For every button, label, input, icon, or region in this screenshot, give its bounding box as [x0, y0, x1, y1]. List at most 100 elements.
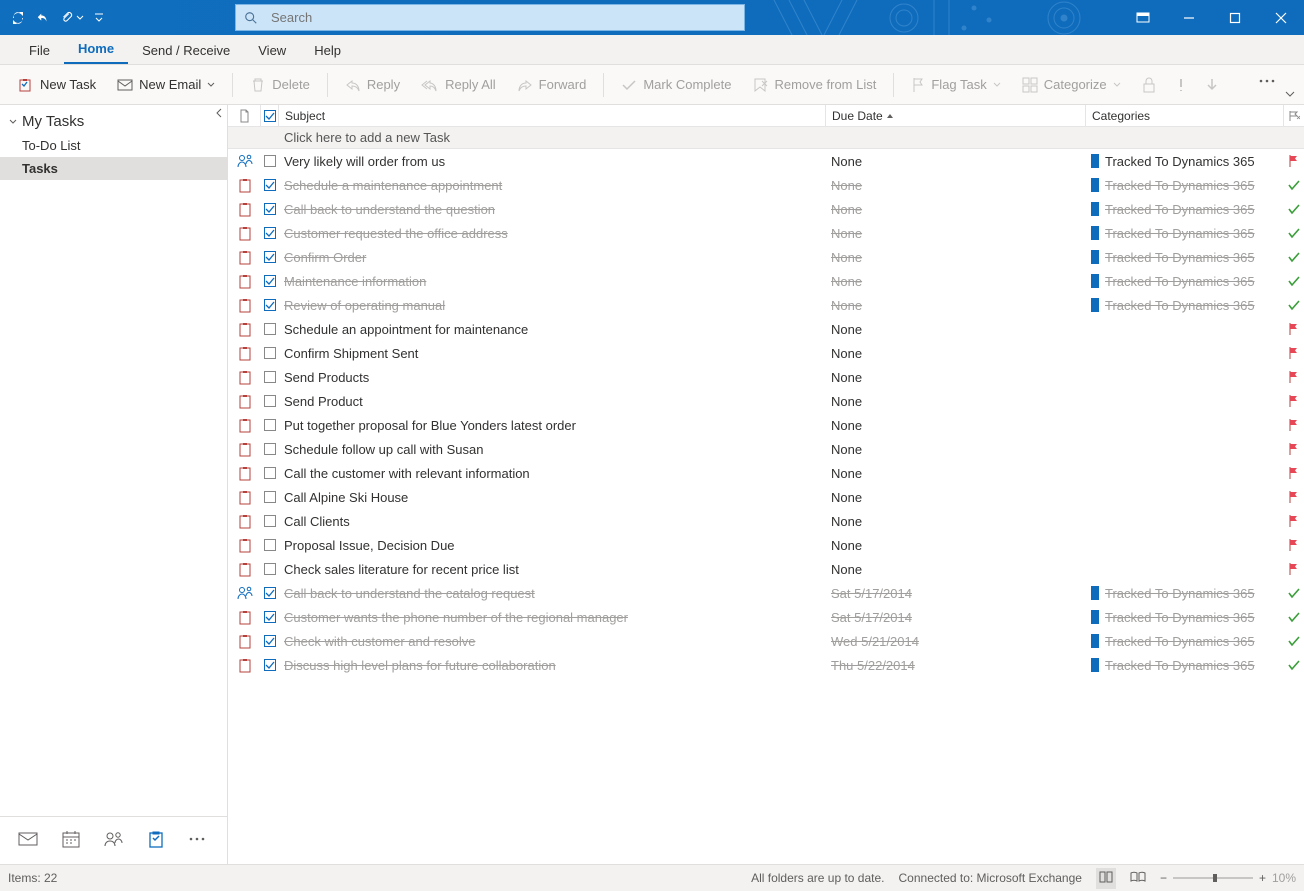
task-flag[interactable]	[1284, 173, 1304, 197]
task-flag[interactable]	[1284, 557, 1304, 581]
task-checkbox[interactable]	[261, 245, 279, 269]
task-flag[interactable]	[1284, 437, 1304, 461]
zoom-control[interactable]: − + 10%	[1160, 871, 1296, 885]
minimize-icon[interactable]	[1166, 0, 1212, 35]
forward-button[interactable]: Forward	[509, 73, 595, 96]
task-row[interactable]: Very likely will order from usNoneTracke…	[228, 149, 1304, 173]
task-flag[interactable]	[1284, 149, 1304, 173]
task-row[interactable]: Review of operating manualNoneTracked To…	[228, 293, 1304, 317]
task-row[interactable]: Call back to understand the catalog requ…	[228, 581, 1304, 605]
task-checkbox[interactable]	[261, 389, 279, 413]
task-checkbox[interactable]	[261, 653, 279, 677]
task-row[interactable]: Customer requested the office addressNon…	[228, 221, 1304, 245]
task-checkbox[interactable]	[261, 341, 279, 365]
task-flag[interactable]	[1284, 341, 1304, 365]
task-flag[interactable]	[1284, 413, 1304, 437]
task-flag[interactable]	[1284, 317, 1304, 341]
task-row[interactable]: Schedule an appointment for maintenanceN…	[228, 317, 1304, 341]
ribbon-collapse-icon[interactable]	[1284, 88, 1296, 102]
tasks-icon[interactable]	[148, 830, 164, 851]
task-checkbox[interactable]	[261, 485, 279, 509]
tab-file[interactable]: File	[15, 37, 64, 64]
delete-button[interactable]: Delete	[242, 73, 318, 97]
task-checkbox[interactable]	[261, 173, 279, 197]
task-row[interactable]: Schedule follow up call with SusanNone	[228, 437, 1304, 461]
task-flag[interactable]	[1284, 389, 1304, 413]
calendar-icon[interactable]	[62, 830, 80, 851]
tab-view[interactable]: View	[244, 37, 300, 64]
task-checkbox[interactable]	[261, 317, 279, 341]
col-due-date[interactable]: Due Date	[826, 105, 1086, 126]
reply-all-button[interactable]: Reply All	[413, 73, 504, 96]
task-flag[interactable]	[1284, 197, 1304, 221]
low-importance-button[interactable]	[1198, 73, 1226, 97]
task-checkbox[interactable]	[261, 557, 279, 581]
task-flag[interactable]	[1284, 509, 1304, 533]
task-row[interactable]: Send ProductNone	[228, 389, 1304, 413]
tab-home[interactable]: Home	[64, 35, 128, 64]
task-flag[interactable]	[1284, 365, 1304, 389]
collapse-nav-icon[interactable]	[214, 107, 224, 121]
task-row[interactable]: Confirm OrderNoneTracked To Dynamics 365	[228, 245, 1304, 269]
nav-todo-list[interactable]: To-Do List	[0, 134, 227, 157]
nav-tasks[interactable]: Tasks	[0, 157, 227, 180]
task-row[interactable]: Call the customer with relevant informat…	[228, 461, 1304, 485]
task-checkbox[interactable]	[261, 629, 279, 653]
search-box[interactable]	[235, 4, 745, 31]
task-flag[interactable]	[1284, 461, 1304, 485]
people-icon[interactable]	[104, 831, 124, 850]
categorize-button[interactable]: Categorize	[1014, 73, 1129, 97]
task-checkbox[interactable]	[261, 197, 279, 221]
task-checkbox[interactable]	[261, 413, 279, 437]
task-row[interactable]: Check with customer and resolveWed 5/21/…	[228, 629, 1304, 653]
col-flag[interactable]	[1284, 105, 1304, 126]
task-flag[interactable]	[1284, 485, 1304, 509]
mark-complete-button[interactable]: Mark Complete	[613, 73, 739, 96]
close-icon[interactable]	[1258, 0, 1304, 35]
task-checkbox[interactable]	[261, 509, 279, 533]
view-normal-icon[interactable]	[1096, 868, 1116, 889]
task-checkbox[interactable]	[261, 437, 279, 461]
task-flag[interactable]	[1284, 653, 1304, 677]
new-email-button[interactable]: New Email	[109, 73, 223, 96]
nav-header[interactable]: My Tasks	[0, 105, 227, 134]
col-icon[interactable]	[228, 105, 261, 126]
zoom-slider[interactable]	[1173, 877, 1253, 879]
task-row[interactable]: Put together proposal for Blue Yonders l…	[228, 413, 1304, 437]
task-row[interactable]: Discuss high level plans for future coll…	[228, 653, 1304, 677]
task-row[interactable]: Schedule a maintenance appointmentNoneTr…	[228, 173, 1304, 197]
col-subject[interactable]: Subject	[279, 105, 826, 126]
sync-icon[interactable]	[10, 10, 26, 26]
task-checkbox[interactable]	[261, 461, 279, 485]
view-reading-icon[interactable]	[1130, 871, 1146, 886]
flag-task-button[interactable]: Flag Task	[903, 73, 1008, 97]
task-row[interactable]: Send ProductsNone	[228, 365, 1304, 389]
task-row[interactable]: Call ClientsNone	[228, 509, 1304, 533]
task-row[interactable]: Call Alpine Ski HouseNone	[228, 485, 1304, 509]
task-checkbox[interactable]	[261, 221, 279, 245]
qat-customize-icon[interactable]	[94, 13, 104, 23]
maximize-icon[interactable]	[1212, 0, 1258, 35]
task-checkbox[interactable]	[261, 149, 279, 173]
task-flag[interactable]	[1284, 293, 1304, 317]
mail-icon[interactable]	[18, 831, 38, 850]
col-complete[interactable]	[261, 105, 279, 126]
attach-icon[interactable]	[60, 11, 84, 25]
task-checkbox[interactable]	[261, 581, 279, 605]
task-flag[interactable]	[1284, 629, 1304, 653]
reply-button[interactable]: Reply	[337, 73, 408, 96]
task-checkbox[interactable]	[261, 269, 279, 293]
tab-send-receive[interactable]: Send / Receive	[128, 37, 244, 64]
task-row[interactable]: Proposal Issue, Decision DueNone	[228, 533, 1304, 557]
task-checkbox[interactable]	[261, 293, 279, 317]
tab-help[interactable]: Help	[300, 37, 355, 64]
task-checkbox[interactable]	[261, 605, 279, 629]
task-row[interactable]: Call back to understand the questionNone…	[228, 197, 1304, 221]
task-checkbox[interactable]	[261, 365, 279, 389]
more-nav-icon[interactable]	[188, 833, 206, 848]
task-flag[interactable]	[1284, 533, 1304, 557]
ribbon-display-icon[interactable]	[1120, 0, 1166, 35]
new-task-row[interactable]: Click here to add a new Task	[228, 127, 1304, 149]
task-flag[interactable]	[1284, 269, 1304, 293]
new-task-button[interactable]: New Task	[10, 73, 104, 97]
